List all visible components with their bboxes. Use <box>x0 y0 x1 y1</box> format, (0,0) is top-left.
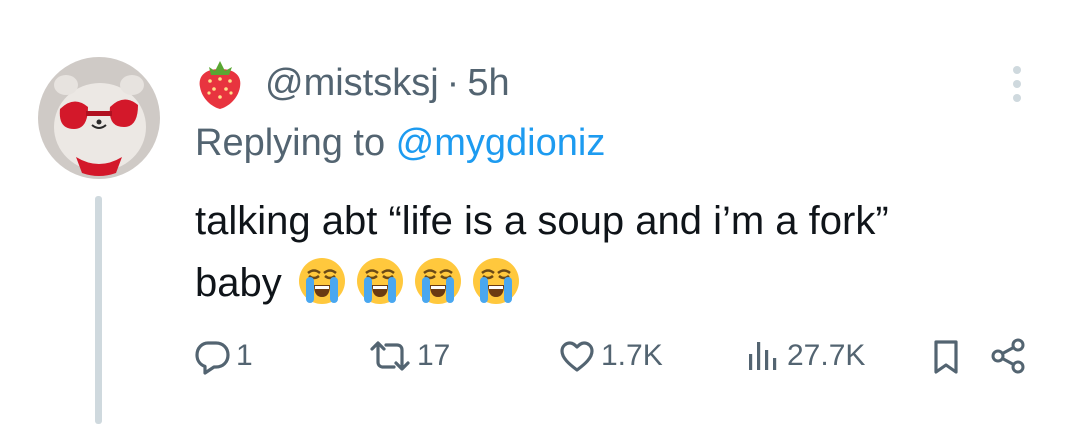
views-count: 27.7K <box>787 339 866 372</box>
bookmark-icon <box>934 340 958 374</box>
reply-icon <box>195 341 230 375</box>
reply-button[interactable]: 1 <box>192 333 253 379</box>
views-icon <box>749 342 777 370</box>
tweet-text-line-1: talking abt “life is a soup and i’m a fo… <box>195 199 889 243</box>
retweet-icon <box>370 341 410 371</box>
more-icon[interactable] <box>1002 64 1032 104</box>
emoji-group <box>296 255 522 307</box>
crying-face-emoji <box>472 258 519 305</box>
crying-face-emoji <box>356 258 403 305</box>
replying-to-label: Replying to <box>195 122 396 164</box>
tweet-text-word: baby <box>195 261 282 305</box>
tweet-text-line-2: baby <box>195 252 1055 314</box>
action-bar: 1 17 1.7K 27.7K <box>192 333 1032 379</box>
strawberry-icon <box>195 57 245 109</box>
replying-to-line: Replying to @mygdioniz <box>195 122 605 165</box>
views-button[interactable]: 27.7K <box>745 333 865 379</box>
crying-face-emoji <box>298 258 345 305</box>
replying-to-mention[interactable]: @mygdioniz <box>396 122 606 164</box>
share-icon <box>991 338 1025 374</box>
thread-line <box>95 196 102 424</box>
like-button[interactable]: 1.7K <box>557 333 663 379</box>
tweet-header: @mistsksj · 5h <box>195 52 510 114</box>
timestamp[interactable]: 5h <box>467 62 509 105</box>
like-count: 1.7K <box>601 339 663 372</box>
reply-count: 1 <box>236 339 253 372</box>
avatar-image <box>38 57 160 179</box>
crying-face-emoji <box>414 258 461 305</box>
avatar[interactable] <box>38 57 160 179</box>
bookmark-button[interactable] <box>928 333 964 379</box>
author-handle[interactable]: @mistsksj <box>265 62 439 105</box>
retweet-button[interactable]: 17 <box>367 333 450 379</box>
retweet-count: 17 <box>417 339 451 372</box>
share-button[interactable] <box>988 333 1028 379</box>
tweet-text: talking abt “life is a soup and i’m a fo… <box>195 190 1055 314</box>
heart-icon <box>560 341 594 372</box>
separator-dot: · <box>446 61 460 104</box>
